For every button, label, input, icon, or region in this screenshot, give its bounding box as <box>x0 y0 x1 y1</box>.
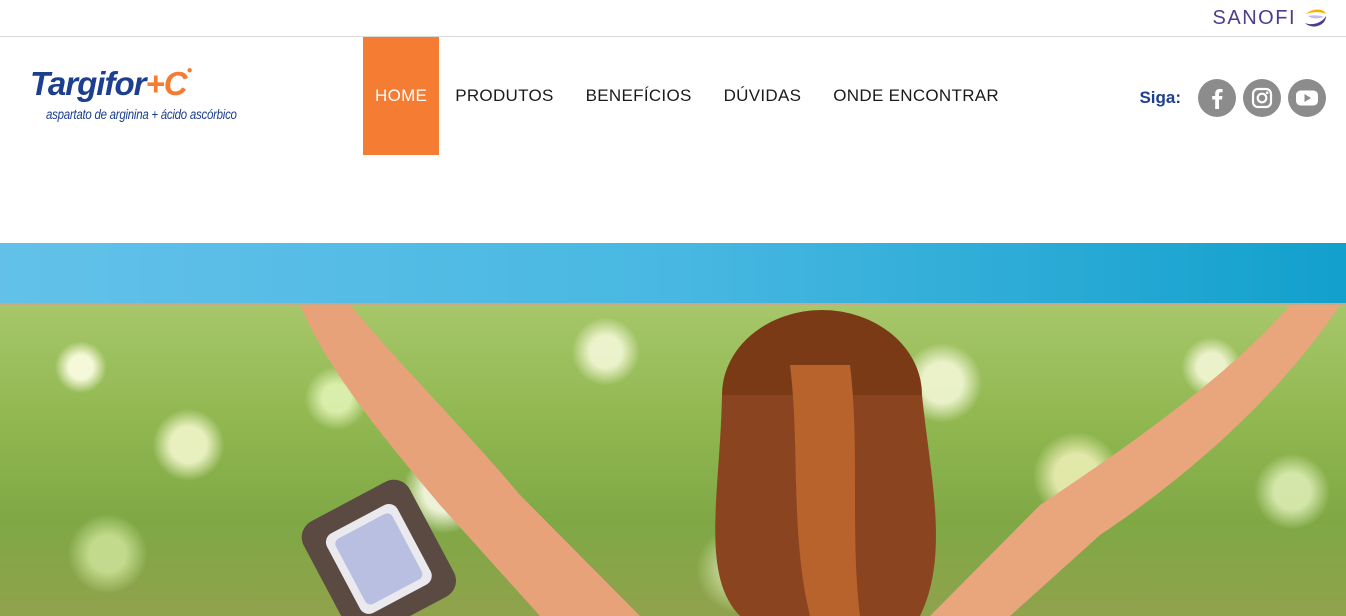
logo-registered-mark: ● <box>186 65 193 76</box>
sanofi-wordmark: SANOFI <box>1212 6 1296 29</box>
top-bar: SANOFI <box>0 0 1346 37</box>
site-header: Targifor+C● aspartato de arginina + ácid… <box>0 37 1346 243</box>
instagram-icon <box>1251 87 1273 109</box>
nav-item-produtos[interactable]: PRODUTOS <box>439 37 569 155</box>
facebook-button[interactable] <box>1198 79 1236 117</box>
hero-image <box>0 305 1346 616</box>
facebook-icon <box>1212 89 1223 109</box>
sanofi-swoosh-icon <box>1305 9 1326 27</box>
logo-subtitle: aspartato de arginina + ácido ascórbico <box>46 107 237 122</box>
blue-banner-strip <box>0 243 1346 303</box>
social-links: Siga: <box>1139 79 1326 117</box>
youtube-icon <box>1296 90 1318 106</box>
nav-item-onde-encontrar[interactable]: ONDE ENCONTRAR <box>817 37 1015 155</box>
youtube-button[interactable] <box>1288 79 1326 117</box>
hero-illustration <box>300 305 1340 616</box>
sanofi-logo[interactable]: SANOFI <box>1213 6 1328 30</box>
nav-item-duvidas[interactable]: DÚVIDAS <box>708 37 818 155</box>
logo-wordmark: Targifor+C● <box>30 65 250 103</box>
targifor-logo[interactable]: Targifor+C● aspartato de arginina + ácid… <box>30 65 250 135</box>
logo-name: Targifor <box>30 65 146 102</box>
nav-item-home[interactable]: HOME <box>363 37 440 155</box>
logo-plus-c: +C <box>145 65 187 102</box>
nav-item-beneficios[interactable]: BENEFÍCIOS <box>570 37 708 155</box>
instagram-button[interactable] <box>1243 79 1281 117</box>
main-nav: HOME PRODUTOS BENEFÍCIOS DÚVIDAS ONDE EN… <box>363 37 1015 155</box>
social-label: Siga: <box>1139 88 1181 107</box>
